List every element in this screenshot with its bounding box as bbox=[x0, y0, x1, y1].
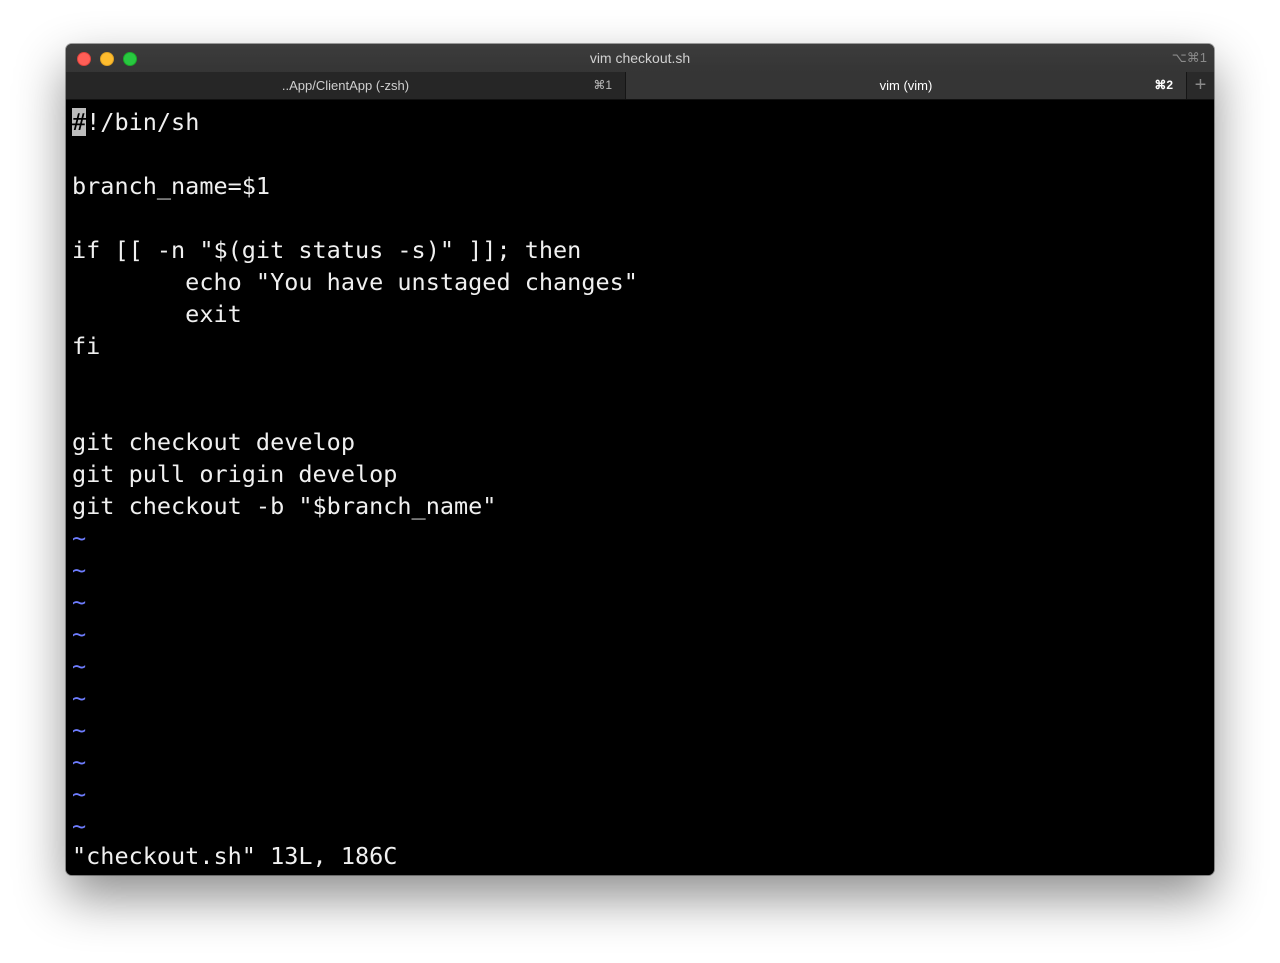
code-line: branch_name=$1 bbox=[72, 172, 271, 200]
tab-vim[interactable]: vim (vim) ⌘2 bbox=[626, 72, 1187, 99]
terminal-window: vim checkout.sh ⌥⌘1 ..App/ClientApp (-zs… bbox=[66, 44, 1214, 875]
code-line: exit bbox=[72, 300, 242, 328]
window-shortcut: ⌥⌘1 bbox=[1171, 50, 1207, 65]
empty-line-tilde: ~ bbox=[72, 620, 87, 648]
status-line: "checkout.sh" 13L, 186C bbox=[72, 842, 398, 870]
code-line: if [[ -n "$(git status -s)" ]]; then bbox=[72, 236, 582, 264]
empty-line-tilde: ~ bbox=[72, 524, 87, 552]
code-line: git checkout -b "$branch_name" bbox=[72, 492, 497, 520]
tab-zsh[interactable]: ..App/ClientApp (-zsh) ⌘1 bbox=[66, 72, 626, 99]
code-line: git pull origin develop bbox=[72, 460, 398, 488]
code-line: #!/bin/sh bbox=[72, 106, 199, 138]
new-tab-plus-icon[interactable]: + bbox=[1187, 72, 1214, 99]
empty-line-tilde: ~ bbox=[72, 716, 87, 744]
empty-line-tilde: ~ bbox=[72, 812, 87, 840]
empty-line-tilde: ~ bbox=[72, 780, 87, 808]
code-line: fi bbox=[72, 332, 101, 360]
title-bar[interactable]: vim checkout.sh ⌥⌘1 bbox=[66, 44, 1214, 72]
line-text: !/bin/sh bbox=[86, 108, 200, 136]
empty-line-tilde: ~ bbox=[72, 588, 87, 616]
cursor: # bbox=[72, 108, 87, 136]
tab-shortcut: ⌘2 bbox=[1154, 78, 1173, 92]
empty-line-tilde: ~ bbox=[72, 652, 87, 680]
code-line: git checkout develop bbox=[72, 428, 355, 456]
empty-line-tilde: ~ bbox=[72, 748, 87, 776]
tab-shortcut: ⌘1 bbox=[593, 78, 612, 92]
tab-bar: ..App/ClientApp (-zsh) ⌘1 vim (vim) ⌘2 + bbox=[66, 72, 1214, 100]
tab-label: vim (vim) bbox=[879, 78, 933, 93]
window-title: vim checkout.sh bbox=[589, 50, 691, 66]
code-line: echo "You have unstaged changes" bbox=[72, 268, 638, 296]
vim-editor[interactable]: #!/bin/sh branch_name=$1 if [[ -n "$(git… bbox=[66, 100, 1214, 875]
tab-label: ..App/ClientApp (-zsh) bbox=[281, 78, 410, 93]
empty-line-tilde: ~ bbox=[72, 556, 87, 584]
empty-line-tilde: ~ bbox=[72, 684, 87, 712]
